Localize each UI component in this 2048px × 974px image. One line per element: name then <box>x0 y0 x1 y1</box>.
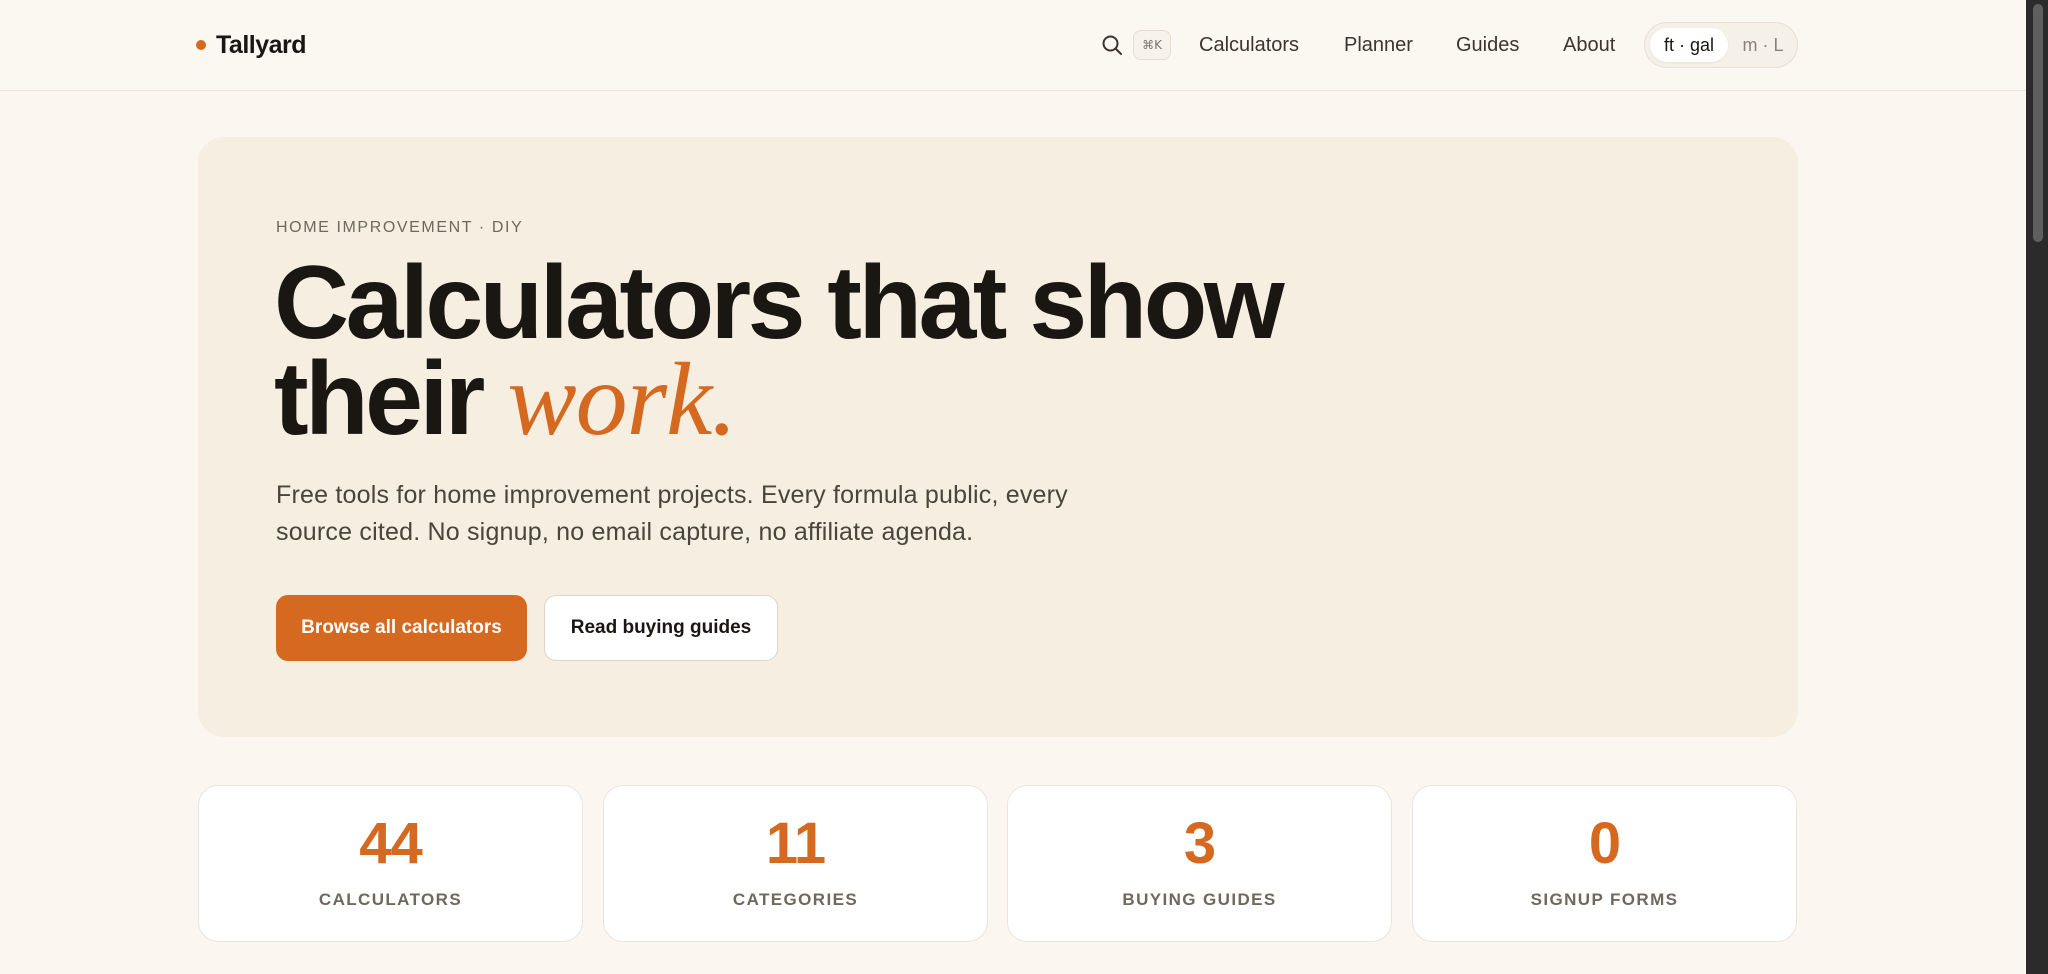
brand-name: Tallyard <box>216 30 307 59</box>
stat-card-calculators: 44 CALCULATORS <box>198 785 583 942</box>
stat-label: CATEGORIES <box>732 890 859 909</box>
unit-toggle: ft · gal m · L <box>1644 22 1798 68</box>
headline-accent: work. <box>507 342 737 457</box>
read-guides-button[interactable]: Read buying guides <box>544 595 778 661</box>
headline-line-2: their <box>274 341 485 457</box>
nav-calculators[interactable]: Calculators <box>1199 32 1299 58</box>
unit-option-metric[interactable]: m · L <box>1733 28 1793 62</box>
stat-value: 11 <box>765 811 826 876</box>
brand-dot-icon <box>196 40 206 50</box>
hero-eyebrow: HOME IMPROVEMENT · DIY <box>276 219 524 236</box>
nav-about[interactable]: About <box>1563 32 1615 58</box>
search-icon <box>1102 35 1122 55</box>
browse-calculators-button[interactable]: Browse all calculators <box>276 595 527 661</box>
stat-card-categories: 11 CATEGORIES <box>603 785 988 942</box>
stat-label: BUYING GUIDES <box>1122 890 1277 909</box>
stat-label: CALCULATORS <box>318 890 463 909</box>
site-header: Tallyard ⌘K Calculators Planner Guides A… <box>0 0 2026 91</box>
brand-logo[interactable]: Tallyard <box>196 28 307 62</box>
stat-value: 0 <box>1588 811 1621 876</box>
unit-option-imperial[interactable]: ft · gal <box>1650 28 1728 62</box>
hero-section: HOME IMPROVEMENT · DIY Calculators that … <box>198 137 1798 737</box>
stat-label: SIGNUP FORMS <box>1530 890 1679 909</box>
scrollbar-thumb[interactable] <box>2033 4 2043 242</box>
nav-planner[interactable]: Planner <box>1344 32 1413 58</box>
stat-value: 3 <box>1183 811 1216 876</box>
stat-value: 44 <box>359 811 423 876</box>
hero-headline: Calculators that show their work. <box>274 251 1374 452</box>
search-button[interactable] <box>1098 31 1126 59</box>
search-shortcut-badge: ⌘K <box>1133 30 1171 60</box>
hero-description: Free tools for home improvement projects… <box>276 481 1068 546</box>
stat-card-buying-guides: 3 BUYING GUIDES <box>1007 785 1392 942</box>
nav-guides[interactable]: Guides <box>1456 32 1519 58</box>
stat-card-signup-forms: 0 SIGNUP FORMS <box>1412 785 1797 942</box>
